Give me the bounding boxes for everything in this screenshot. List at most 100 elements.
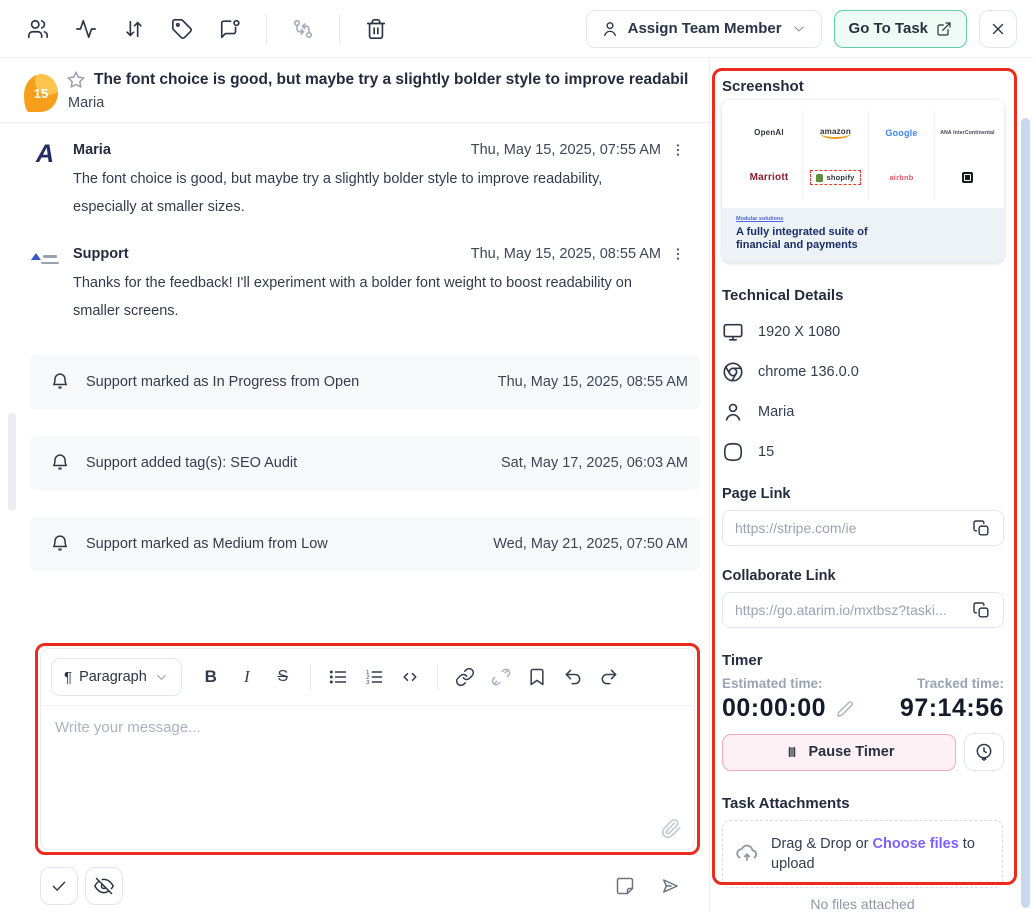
- activity-row: Support marked as In Progress from Open …: [30, 355, 700, 409]
- screenshot-section-title: Screenshot: [722, 78, 1033, 95]
- task-author: Maria: [68, 95, 689, 111]
- internal-note-eye-off-icon[interactable]: [85, 867, 123, 905]
- estimated-time-value: 00:00:00: [722, 694, 826, 723]
- merge-tasks-icon[interactable]: [291, 17, 315, 41]
- comment-timestamp: Thu, May 15, 2025, 07:55 AM: [471, 142, 661, 158]
- comments-scrollbar[interactable]: [8, 413, 16, 511]
- collaborate-link-label: Collaborate Link: [722, 568, 1033, 584]
- task-details-sidebar: Screenshot OpenAI amazon Google ANA Inte…: [710, 58, 1033, 912]
- monitor-icon: [722, 321, 744, 343]
- bullet-list-icon[interactable]: [321, 660, 355, 694]
- bell-icon: [50, 372, 70, 392]
- comment-item: A Maria Thu, May 15, 2025, 07:55 AM The …: [30, 139, 687, 221]
- link-icon[interactable]: [448, 660, 482, 694]
- activity-timestamp: Sat, May 17, 2025, 06:03 AM: [501, 455, 688, 471]
- comment-author: Support: [73, 246, 129, 262]
- sidebar-scrollbar[interactable]: [1021, 118, 1030, 908]
- atarim-logo-avatar: A: [36, 142, 54, 167]
- activity-timestamp: Thu, May 15, 2025, 08:55 AM: [498, 374, 688, 390]
- toolbar-divider: [266, 14, 267, 44]
- bell-icon: [50, 534, 70, 554]
- estimated-time-label: Estimated time:: [722, 676, 823, 691]
- comment-menu-icon[interactable]: [669, 139, 687, 161]
- dropzone-text: Drag & Drop or Choose files to upload: [771, 834, 990, 875]
- external-link-icon: [936, 21, 952, 37]
- bold-icon[interactable]: B: [194, 660, 228, 694]
- dark-logo-glyph: [962, 172, 973, 183]
- no-files-text: No files attached: [722, 896, 1003, 912]
- delete-task-icon[interactable]: [364, 17, 388, 41]
- composer-actions: [40, 867, 689, 905]
- screenshot-thumbnail[interactable]: OpenAI amazon Google ANA InterContinenta…: [722, 100, 1004, 262]
- task-conversation-panel: 15 The font choice is good, but maybe tr…: [0, 58, 710, 912]
- comment-author: Maria: [73, 142, 111, 158]
- logo-ana-intercontinental: ANA InterContinental: [940, 130, 994, 136]
- avatar: A: [30, 139, 60, 169]
- italic-icon[interactable]: I: [230, 660, 264, 694]
- page-link-field: [722, 510, 1004, 546]
- reporter-value: Maria: [758, 404, 794, 420]
- logo-airbnb: airbnb: [889, 173, 913, 182]
- support-logo-avatar: [31, 253, 59, 264]
- pause-timer-label: Pause Timer: [809, 744, 895, 760]
- go-to-task-button[interactable]: Go To Task: [834, 10, 967, 48]
- comment-dot-icon[interactable]: [218, 17, 242, 41]
- choose-files-link[interactable]: Choose files: [873, 836, 959, 852]
- comment-menu-icon[interactable]: [669, 243, 687, 265]
- task-number-row: 15: [722, 432, 1033, 472]
- copy-icon[interactable]: [970, 517, 993, 540]
- squircle-icon: [722, 441, 744, 463]
- sort-arrows-icon[interactable]: [122, 17, 146, 41]
- chevron-down-icon: [791, 21, 807, 37]
- avatar: [30, 243, 60, 273]
- tracked-time-value: 97:14:56: [900, 694, 1004, 723]
- go-to-task-label: Go To Task: [849, 20, 928, 37]
- screenshot-logos: OpenAI amazon Google ANA InterContinenta…: [722, 100, 1004, 208]
- task-number-badge[interactable]: 15: [24, 74, 58, 112]
- logo-amazon: amazon: [820, 127, 851, 139]
- undo-icon[interactable]: [556, 660, 590, 694]
- tag-icon[interactable]: [170, 17, 194, 41]
- ordered-list-icon[interactable]: 123: [357, 660, 391, 694]
- pause-timer-button[interactable]: Pause Timer: [722, 734, 956, 771]
- copy-icon[interactable]: [970, 599, 993, 622]
- comment-text: The font choice is good, but maybe try a…: [73, 166, 687, 221]
- task-summary: 15 The font choice is good, but maybe tr…: [0, 58, 709, 123]
- message-placeholder: Write your message...: [55, 719, 680, 736]
- paragraph-format-dropdown[interactable]: ¶ Paragraph: [51, 658, 182, 696]
- send-icon[interactable]: [651, 867, 689, 905]
- star-icon[interactable]: [66, 70, 86, 90]
- unlink-icon[interactable]: [484, 660, 518, 694]
- assign-team-member-label: Assign Team Member: [628, 20, 782, 37]
- bookmark-icon[interactable]: [520, 660, 554, 694]
- collaborators-icon[interactable]: [26, 17, 50, 41]
- browser-value: chrome 136.0.0: [758, 364, 859, 380]
- timer-section-title: Timer: [722, 652, 1033, 669]
- logo-marriott: Marriott: [750, 172, 789, 183]
- attach-file-icon[interactable]: [661, 818, 682, 839]
- file-dropzone[interactable]: Drag & Drop or Choose files to upload: [722, 820, 1003, 888]
- message-input[interactable]: Write your message...: [41, 705, 694, 849]
- browser-row: chrome 136.0.0: [722, 352, 1033, 392]
- resolution-row: 1920 X 1080: [722, 312, 1033, 352]
- assign-team-member-button[interactable]: Assign Team Member: [586, 10, 822, 48]
- time-log-clock-icon[interactable]: [964, 733, 1004, 771]
- close-button[interactable]: [979, 10, 1017, 48]
- screenshot-heading: A fully integrated suite of financial an…: [736, 226, 886, 253]
- note-icon[interactable]: [606, 867, 644, 905]
- strikethrough-icon[interactable]: S: [266, 660, 300, 694]
- resolution-value: 1920 X 1080: [758, 324, 840, 340]
- collaborate-link-input[interactable]: [735, 602, 970, 618]
- task-attachments-title: Task Attachments: [722, 795, 1033, 812]
- code-icon[interactable]: [393, 660, 427, 694]
- toolbar-divider: [339, 14, 340, 44]
- screenshot-eyebrow-link: Modular solutions: [736, 216, 1004, 222]
- page-link-input[interactable]: [735, 520, 970, 536]
- collaborate-link-field: [722, 592, 1004, 628]
- logo-openai: OpenAI: [754, 128, 784, 137]
- resolve-check-icon[interactable]: [40, 867, 78, 905]
- activity-icon[interactable]: [74, 17, 98, 41]
- redo-icon[interactable]: [592, 660, 626, 694]
- page-link-label: Page Link: [722, 486, 1033, 502]
- edit-estimated-time-icon[interactable]: [836, 700, 854, 718]
